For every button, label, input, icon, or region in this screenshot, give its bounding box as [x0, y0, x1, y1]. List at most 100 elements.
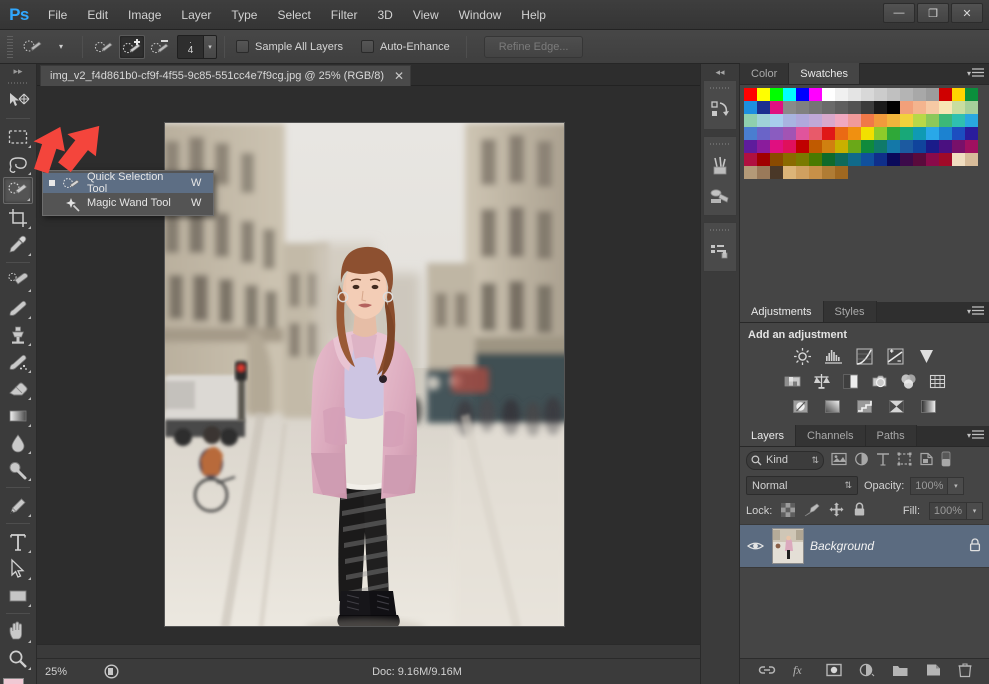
layers-panel-menu-button[interactable]: ▾ [967, 430, 984, 440]
eraser-tool[interactable] [3, 375, 33, 402]
color-swatch[interactable] [770, 114, 783, 127]
tool-flyout-indicator-icon[interactable] [28, 664, 31, 670]
spot-healing-brush-tool[interactable] [3, 267, 33, 294]
color-swatch[interactable] [848, 153, 861, 166]
dock-group-grip[interactable] [710, 83, 730, 92]
color-swatch[interactable] [809, 127, 822, 140]
opacity-control[interactable]: 100% ▾ [910, 476, 965, 495]
new-group-icon[interactable] [892, 664, 909, 680]
color-swatch[interactable] [952, 127, 965, 140]
lock-transparent-pixels-icon[interactable] [781, 502, 796, 520]
hue-saturation-icon[interactable] [783, 372, 802, 391]
color-swatch[interactable] [757, 153, 770, 166]
color-swatch[interactable] [887, 101, 900, 114]
color-swatch[interactable] [861, 140, 874, 153]
pen-tool[interactable] [3, 492, 33, 519]
color-swatch[interactable] [835, 140, 848, 153]
color-swatch[interactable] [913, 101, 926, 114]
layer-style-fx-icon[interactable]: fx [793, 663, 809, 680]
color-swatch[interactable] [822, 140, 835, 153]
color-swatch[interactable] [874, 114, 887, 127]
color-swatch[interactable] [939, 127, 952, 140]
auto-enhance-checkbox[interactable] [361, 40, 375, 53]
lock-image-pixels-icon[interactable] [804, 503, 820, 520]
crop-tool[interactable] [3, 204, 33, 231]
layer-kind-filter[interactable]: Kind ⇅ [746, 450, 824, 470]
dock-group-grip[interactable] [710, 139, 730, 148]
swatches-panel-menu-button[interactable]: ▾ [967, 68, 984, 78]
color-swatch[interactable] [783, 88, 796, 101]
color-swatch[interactable] [796, 127, 809, 140]
color-swatch[interactable] [874, 101, 887, 114]
tools-collapse-button[interactable]: ▸▸ [0, 64, 36, 78]
color-swatch[interactable] [744, 153, 757, 166]
color-swatch[interactable] [744, 88, 757, 101]
color-swatch[interactable] [900, 153, 913, 166]
color-balance-icon[interactable] [812, 372, 831, 391]
minimize-button[interactable]: — [883, 3, 915, 23]
color-swatch[interactable] [887, 140, 900, 153]
layer-thumbnail[interactable] [772, 528, 804, 564]
color-swatch[interactable] [796, 166, 809, 179]
invert-icon[interactable] [791, 397, 810, 416]
new-layer-icon[interactable] [926, 663, 941, 680]
color-swatch[interactable] [809, 101, 822, 114]
path-selection-tool[interactable] [3, 555, 33, 582]
document-canvas[interactable] [164, 122, 565, 627]
color-swatch[interactable] [770, 166, 783, 179]
link-layers-icon[interactable] [758, 664, 776, 679]
color-swatch[interactable] [757, 140, 770, 153]
menu-image[interactable]: Image [118, 4, 171, 26]
color-swatch[interactable] [887, 153, 900, 166]
history-panel-icon[interactable] [704, 95, 736, 125]
color-swatch[interactable] [822, 101, 835, 114]
color-swatch[interactable] [939, 140, 952, 153]
color-swatch[interactable] [913, 153, 926, 166]
channel-mixer-icon[interactable] [899, 372, 918, 391]
color-swatch[interactable] [913, 140, 926, 153]
color-swatch[interactable] [796, 140, 809, 153]
color-swatch[interactable] [796, 88, 809, 101]
opacity-value[interactable]: 100% [910, 476, 949, 495]
color-swatch[interactable] [744, 140, 757, 153]
menu-type[interactable]: Type [221, 4, 267, 26]
gradient-tool[interactable] [3, 402, 33, 429]
blend-mode-select[interactable]: Normal ⇅ [746, 476, 858, 495]
filter-pixel-layers-icon[interactable] [831, 452, 847, 469]
gradient-map-icon[interactable] [919, 397, 938, 416]
color-swatch[interactable] [939, 88, 952, 101]
brush-tool[interactable] [3, 294, 33, 321]
tab-adjustments[interactable]: Adjustments [740, 301, 824, 322]
color-swatch[interactable] [939, 153, 952, 166]
color-swatch[interactable] [757, 166, 770, 179]
flyout-item-quick-selection-tool[interactable]: Quick Selection Tool W [43, 171, 213, 195]
color-swatch[interactable] [822, 114, 835, 127]
color-swatch[interactable] [913, 114, 926, 127]
vibrance-icon[interactable] [917, 347, 936, 366]
tool-flyout-indicator-icon[interactable] [28, 421, 31, 427]
color-swatch[interactable] [770, 140, 783, 153]
tools-panel-grip[interactable] [8, 78, 28, 87]
dodge-tool[interactable] [3, 456, 33, 483]
canvas-horizontal-scrollbar[interactable] [37, 644, 719, 658]
fill-control[interactable]: 100% ▾ [929, 502, 983, 520]
curves-icon[interactable] [855, 347, 874, 366]
menu-edit[interactable]: Edit [77, 4, 118, 26]
lasso-tool[interactable] [3, 150, 33, 177]
color-swatch[interactable] [822, 88, 835, 101]
threshold-icon[interactable] [855, 397, 874, 416]
tool-flyout-indicator-icon[interactable] [28, 574, 31, 580]
layer-name[interactable]: Background [810, 539, 963, 553]
color-swatch[interactable] [900, 140, 913, 153]
color-swatch[interactable] [835, 153, 848, 166]
filter-shape-layers-icon[interactable] [897, 452, 912, 469]
table-row[interactable]: Background [740, 524, 989, 568]
color-swatch[interactable] [874, 153, 887, 166]
color-swatch[interactable] [744, 127, 757, 140]
color-swatch[interactable] [900, 88, 913, 101]
fill-dropdown-icon[interactable]: ▾ [967, 502, 983, 520]
color-swatch[interactable] [900, 127, 913, 140]
rectangular-marquee-tool[interactable] [3, 123, 33, 150]
filter-type-layers-icon[interactable] [876, 452, 890, 469]
color-swatch[interactable] [874, 127, 887, 140]
